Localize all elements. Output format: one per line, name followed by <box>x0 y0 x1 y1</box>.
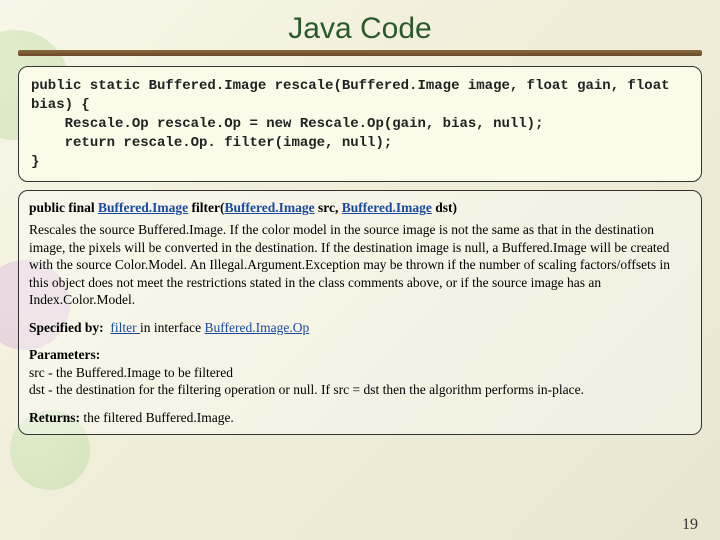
specified-text: in interface <box>140 320 204 335</box>
parameters-block: Parameters: src - the Buffered.Image to … <box>29 346 691 399</box>
filter-link[interactable]: filter <box>110 320 140 335</box>
sig-return-type[interactable]: Buffered.Image <box>98 200 188 215</box>
title-underline <box>18 50 702 56</box>
sig-arg2-name: dst) <box>432 200 457 215</box>
returns-text: the filtered Buffered.Image. <box>80 410 234 425</box>
parameters-label: Parameters: <box>29 346 691 364</box>
param-dst: dst - the destination for the filtering … <box>29 381 691 399</box>
method-signature: public final Buffered.Image filter(Buffe… <box>29 199 691 217</box>
sig-modifier: public final <box>29 200 98 215</box>
returns-label: Returns: <box>29 410 80 425</box>
bufferedimageop-link[interactable]: Buffered.Image.Op <box>204 320 309 335</box>
sig-arg2-type[interactable]: Buffered.Image <box>342 200 432 215</box>
returns-block: Returns: the filtered Buffered.Image. <box>29 409 691 427</box>
sig-name: filter( <box>188 200 224 215</box>
method-description: Rescales the source Buffered.Image. If t… <box>29 221 691 309</box>
specified-by: Specified by: filter in interface Buffer… <box>29 319 691 337</box>
code-block: public static Buffered.Image rescale(Buf… <box>18 66 702 182</box>
doc-block: public final Buffered.Image filter(Buffe… <box>18 190 702 435</box>
specified-by-label: Specified by: <box>29 320 104 335</box>
sig-arg1-type[interactable]: Buffered.Image <box>225 200 315 215</box>
page-number: 19 <box>682 516 698 534</box>
param-src: src - the Buffered.Image to be filtered <box>29 364 691 382</box>
slide-title: Java Code <box>18 12 702 46</box>
sig-arg1-name: src, <box>315 200 342 215</box>
